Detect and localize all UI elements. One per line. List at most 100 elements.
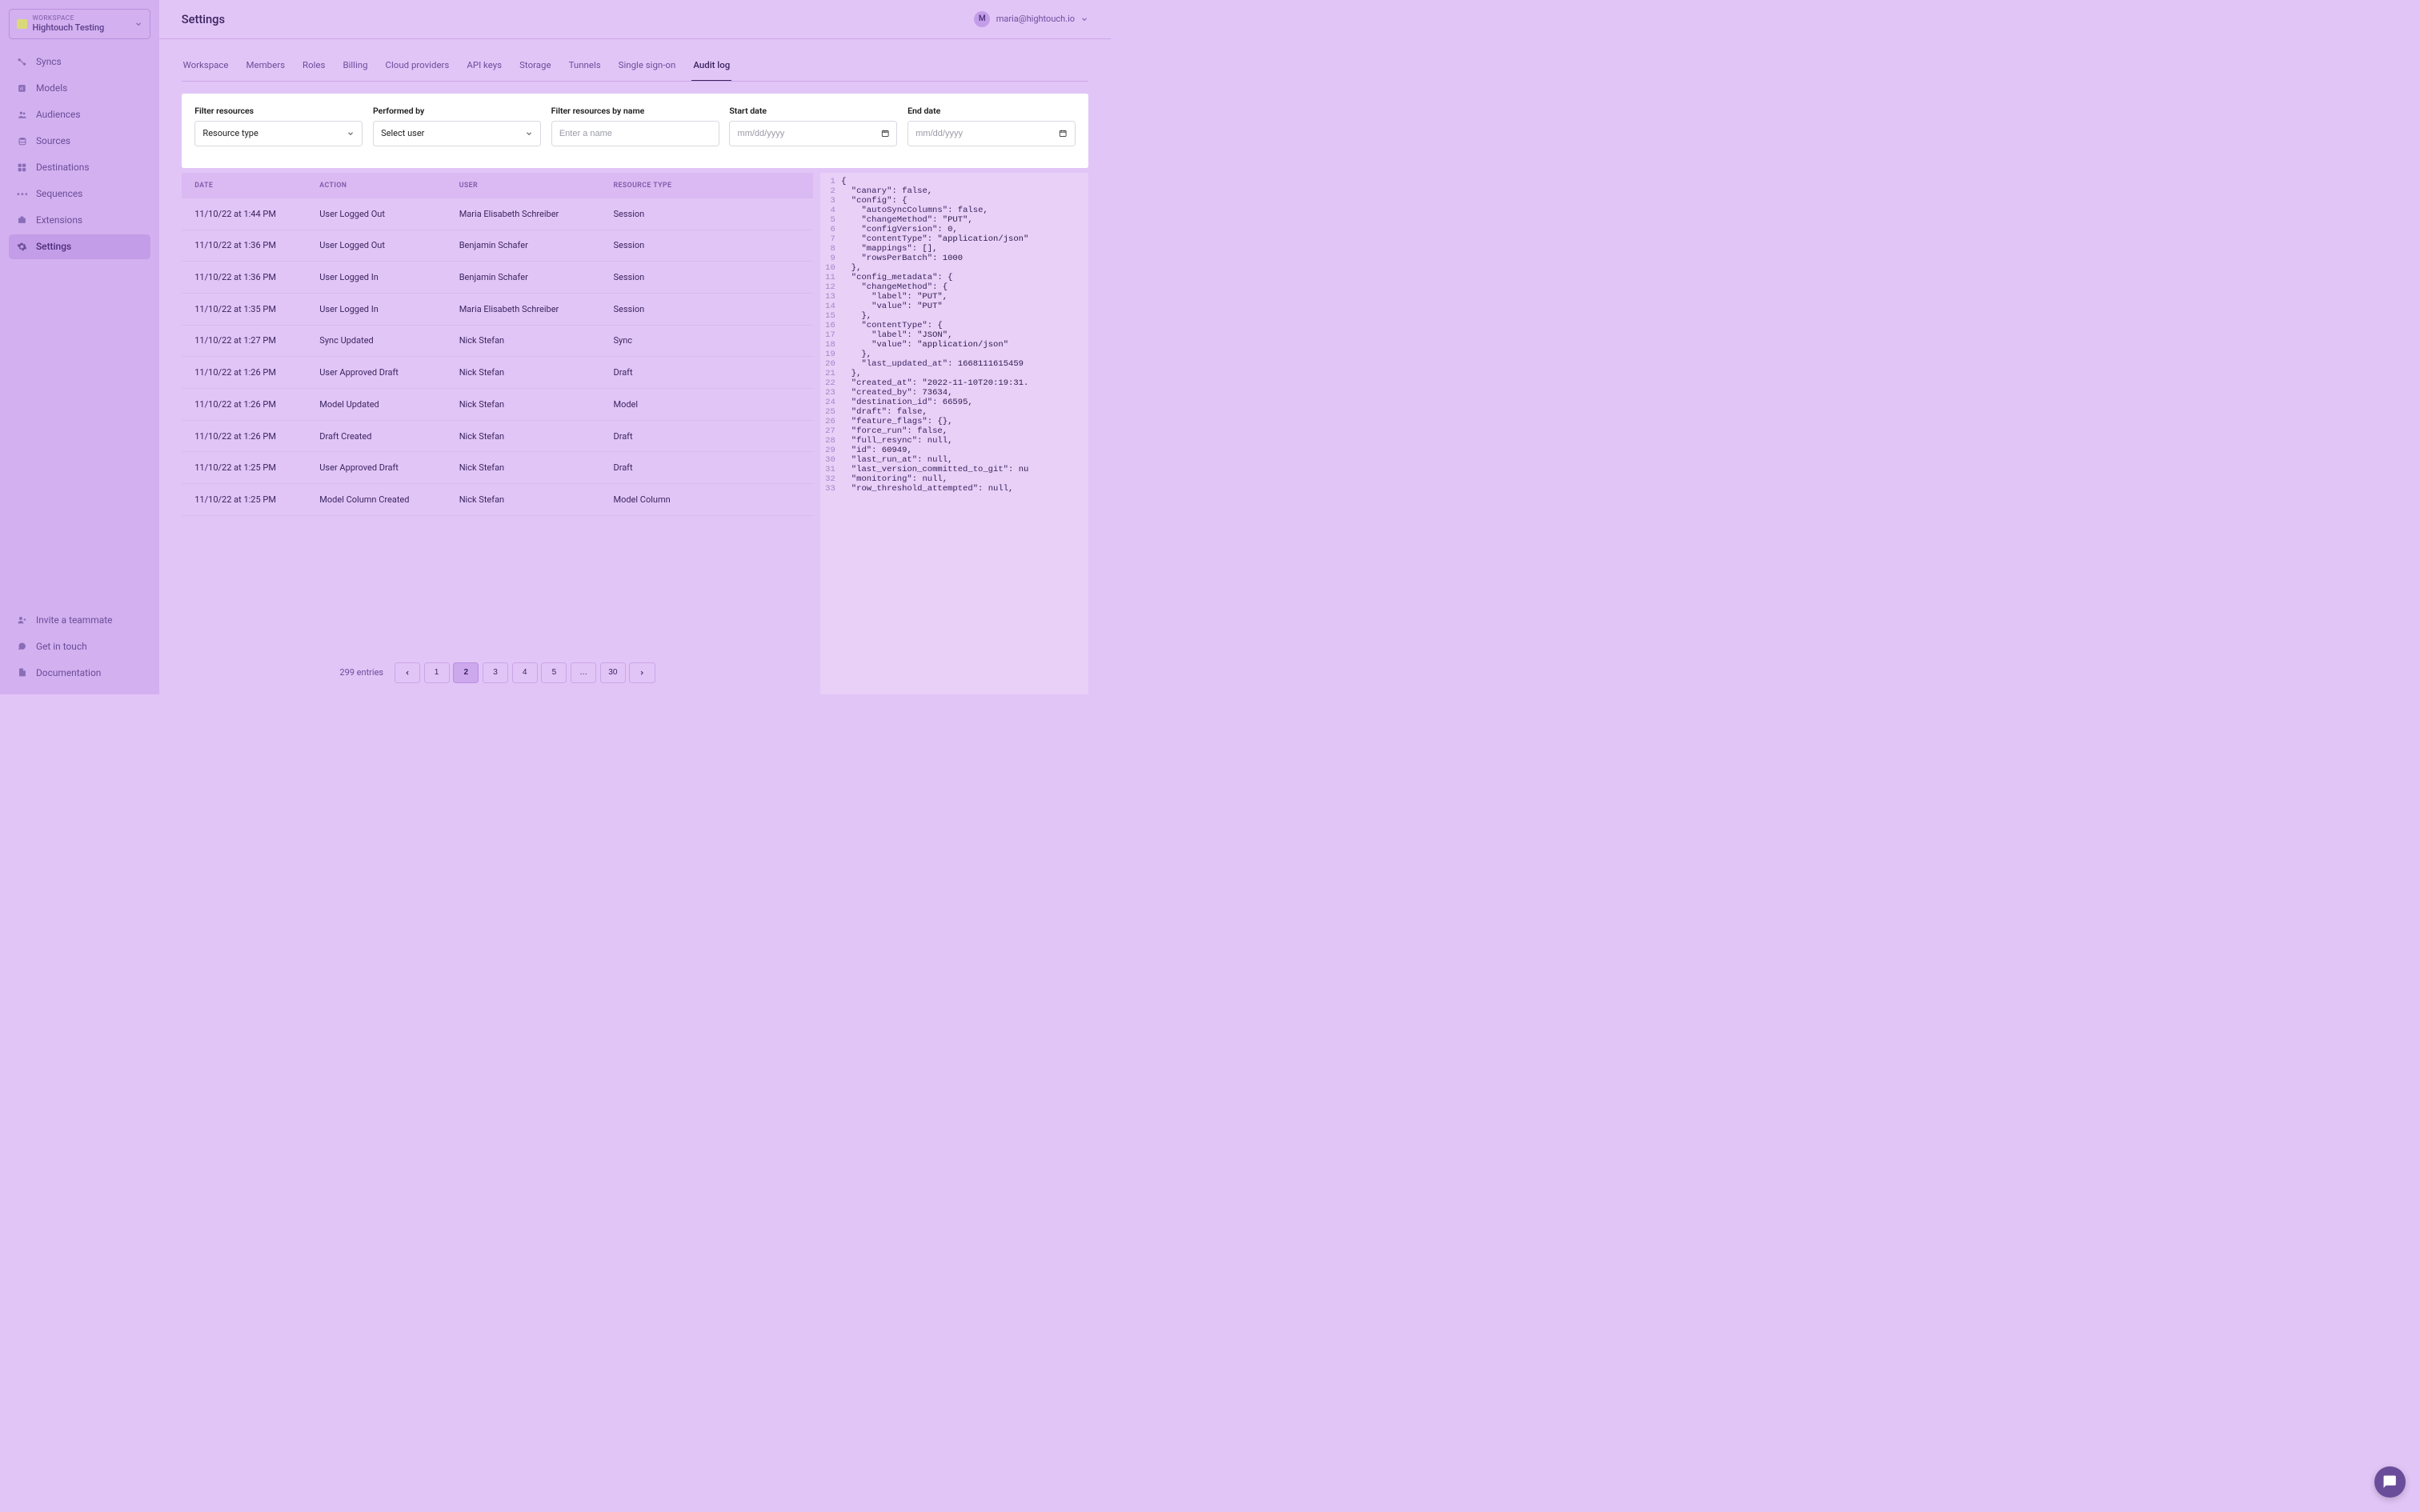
table-row[interactable]: 11/10/22 at 1:25 PMModel Column CreatedN… — [182, 484, 814, 516]
line-text: }, — [841, 311, 1088, 321]
line-number: 23 — [820, 388, 841, 398]
code-line: 4 "autoSyncColumns": false, — [820, 206, 1088, 215]
sidebar-item-models[interactable]: Models — [9, 76, 150, 101]
table-row[interactable]: 11/10/22 at 1:36 PMUser Logged OutBenjam… — [182, 230, 814, 262]
table-row[interactable]: 11/10/22 at 1:27 PMSync UpdatedNick Stef… — [182, 326, 814, 358]
chat-launcher-button[interactable] — [2374, 1466, 2406, 1498]
page-ellipsis: … — [571, 662, 596, 683]
models-icon — [16, 82, 28, 94]
sidebar-item-sequences[interactable]: Sequences — [9, 182, 150, 206]
chevron-down-icon — [347, 130, 355, 138]
line-number: 19 — [820, 350, 841, 359]
code-line: 10 }, — [820, 263, 1088, 273]
cell-date: 11/10/22 at 1:44 PM — [194, 209, 319, 219]
docs-icon — [16, 667, 28, 679]
code-line: 2 "canary": false, — [820, 186, 1088, 196]
line-text: "autoSyncColumns": false, — [841, 206, 1088, 215]
code-line: 30 "last_run_at": null, — [820, 455, 1088, 465]
page-2-button[interactable]: 2 — [453, 662, 479, 683]
sidebar-item-destinations[interactable]: Destinations — [9, 155, 150, 180]
sidebar-item-sources[interactable]: Sources — [9, 129, 150, 154]
line-text: "configVersion": 0, — [841, 225, 1088, 234]
sidebar-item-settings[interactable]: Settings — [9, 234, 150, 259]
audit-log-table: DATE ACTION USER RESOURCE TYPE 11/10/22 … — [182, 173, 814, 694]
sidebar-item-audiences[interactable]: Audiences — [9, 102, 150, 127]
cell-type: Draft — [613, 462, 799, 473]
page-4-button[interactable]: 4 — [512, 662, 538, 683]
cell-type: Model Column — [613, 494, 799, 505]
table-row[interactable]: 11/10/22 at 1:35 PMUser Logged InMaria E… — [182, 294, 814, 326]
tab-cloud-providers[interactable]: Cloud providers — [384, 59, 451, 81]
cell-action: User Logged Out — [319, 240, 459, 250]
table-row[interactable]: 11/10/22 at 1:26 PMModel UpdatedNick Ste… — [182, 389, 814, 421]
line-text: "created_by": 73634, — [841, 388, 1088, 398]
cell-type: Session — [613, 240, 799, 250]
sidebar-item-syncs[interactable]: Syncs — [9, 50, 150, 74]
sidebar-item-label: Sources — [36, 135, 70, 146]
cell-user: Nick Stefan — [459, 431, 614, 442]
tab-tunnels[interactable]: Tunnels — [567, 59, 603, 81]
page-1-button[interactable]: 1 — [424, 662, 450, 683]
tab-roles[interactable]: Roles — [301, 59, 327, 81]
tab-storage[interactable]: Storage — [518, 59, 552, 81]
user-menu[interactable]: M maria@hightouch.io — [974, 11, 1088, 27]
code-line: 13 "label": "PUT", — [820, 292, 1088, 302]
code-line: 28 "full_resync": null, — [820, 436, 1088, 446]
tab-api-keys[interactable]: API keys — [466, 59, 503, 81]
line-text: "changeMethod": { — [841, 282, 1088, 292]
name-input-wrap — [551, 121, 719, 146]
sidebar-contact[interactable]: Get in touch — [9, 634, 150, 658]
page-30-button[interactable]: 30 — [600, 662, 626, 683]
page-prev-button[interactable] — [395, 662, 420, 683]
main: Settings M maria@hightouch.io Workspace M… — [159, 0, 1111, 694]
sequences-icon — [16, 188, 28, 200]
code-line: 7 "contentType": "application/json" — [820, 234, 1088, 244]
sidebar-footer: Invite a teammate Get in touch Documenta… — [9, 607, 150, 685]
filter-end-date: End date — [908, 106, 1076, 146]
tab-billing[interactable]: Billing — [342, 59, 370, 81]
page-3-button[interactable]: 3 — [483, 662, 508, 683]
table-row[interactable]: 11/10/22 at 1:26 PMUser Approved DraftNi… — [182, 357, 814, 389]
resource-type-select[interactable]: Resource type — [194, 121, 363, 146]
name-input[interactable] — [559, 129, 711, 138]
table-row[interactable]: 11/10/22 at 1:25 PMUser Approved DraftNi… — [182, 452, 814, 484]
code-line: 16 "contentType": { — [820, 321, 1088, 330]
tab-members[interactable]: Members — [245, 59, 286, 81]
table-row[interactable]: 11/10/22 at 1:44 PMUser Logged OutMaria … — [182, 198, 814, 230]
cell-date: 11/10/22 at 1:25 PM — [194, 462, 319, 473]
cell-type: Model — [613, 399, 799, 410]
code-panel[interactable]: 1{2 "canary": false,3 "config": {4 "auto… — [820, 173, 1088, 694]
sidebar-item-label: Audiences — [36, 109, 81, 120]
tab-workspace[interactable]: Workspace — [182, 59, 230, 81]
cell-user: Nick Stefan — [459, 462, 614, 473]
workspace-picker[interactable]: WORKSPACE Hightouch Testing — [9, 9, 150, 39]
table-row[interactable]: 11/10/22 at 1:26 PMDraft CreatedNick Ste… — [182, 421, 814, 453]
page-5-button[interactable]: 5 — [541, 662, 567, 683]
calendar-icon — [881, 129, 889, 138]
sidebar-invite[interactable]: Invite a teammate — [9, 607, 150, 632]
sidebar-item-extensions[interactable]: Extensions — [9, 208, 150, 233]
line-number: 6 — [820, 225, 841, 234]
line-number: 18 — [820, 340, 841, 350]
chevron-right-icon — [639, 670, 645, 676]
table-row[interactable]: 11/10/22 at 1:36 PMUser Logged InBenjami… — [182, 262, 814, 294]
user-select[interactable]: Select user — [373, 121, 541, 146]
end-date-input-wrap — [908, 121, 1076, 146]
code-line: 19 }, — [820, 350, 1088, 359]
cell-user: Benjamin Schafer — [459, 272, 614, 282]
sidebar-docs[interactable]: Documentation — [9, 660, 150, 685]
end-date-input[interactable] — [916, 129, 1059, 138]
select-value: Select user — [381, 128, 424, 138]
code-line: 25 "draft": false, — [820, 407, 1088, 417]
line-number: 21 — [820, 369, 841, 378]
start-date-input[interactable] — [738, 129, 881, 138]
tab-audit-log[interactable]: Audit log — [691, 59, 731, 81]
table-header: DATE ACTION USER RESOURCE TYPE — [182, 173, 814, 198]
page-next-button[interactable] — [629, 662, 655, 683]
chevron-left-icon — [404, 670, 411, 676]
line-number: 1 — [820, 177, 841, 186]
line-number: 26 — [820, 417, 841, 426]
sidebar-item-label: Extensions — [36, 214, 82, 226]
page-title: Settings — [182, 12, 225, 26]
tab-single-sign-on[interactable]: Single sign-on — [617, 59, 677, 81]
